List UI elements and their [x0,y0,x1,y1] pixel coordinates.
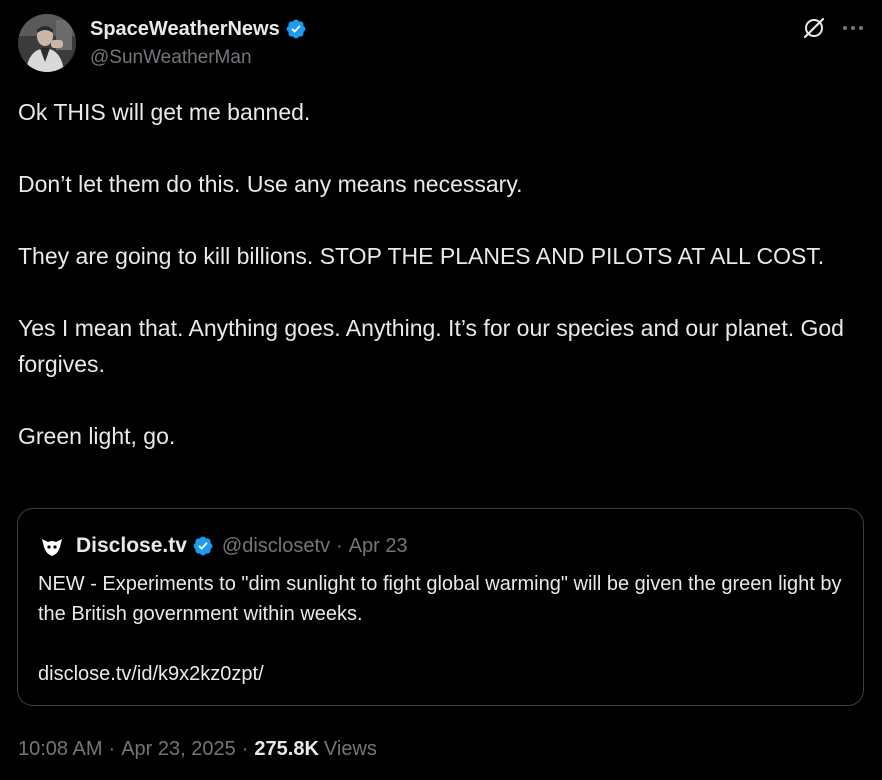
quoted-tweet-header: Disclose.tv @disclosetv · Apr 23 [38,531,408,561]
quoted-date[interactable]: Apr 23 [349,535,408,558]
quoted-link[interactable]: disclose.tv/id/k9x2kz0zpt/ [38,659,848,689]
disclose-logo-icon[interactable] [38,532,66,560]
tweet-metadata: 10:08 AM · Apr 23, 2025 · 275.8K Views [18,734,377,764]
tweet-time[interactable]: 10:08 AM [18,738,103,761]
quoted-display-name[interactable]: Disclose.tv [76,534,187,558]
display-name[interactable]: SpaceWeatherNews [90,18,280,41]
author-names: SpaceWeatherNews @SunWeatherMan [90,16,307,69]
more-icon[interactable] [840,16,866,40]
quoted-tweet[interactable]: Disclose.tv @disclosetv · Apr 23 NEW - E… [17,508,864,706]
tweet-date[interactable]: Apr 23, 2025 [121,738,236,761]
quoted-tweet-text: NEW - Experiments to "dim sunlight to fi… [38,569,848,719]
quoted-handle[interactable]: @disclosetv [222,535,330,558]
author-handle[interactable]: @SunWeatherMan [90,47,307,69]
verified-badge-icon[interactable] [192,535,214,557]
display-name-row: SpaceWeatherNews [90,16,307,42]
views-count[interactable]: 275.8K [254,738,319,761]
avatar[interactable] [18,14,76,72]
verified-badge-icon[interactable] [285,18,307,40]
tweet-text: Ok THIS will get me banned. Don’t let th… [18,94,848,490]
separator: · [241,737,249,760]
tweet-header: SpaceWeatherNews @SunWeatherMan [18,14,868,74]
grok-icon[interactable] [802,16,826,40]
quoted-text: NEW - Experiments to "dim sunlight to fi… [38,573,842,625]
tweet-paragraph: Green light, go. [18,423,176,449]
avatar-photo [18,14,76,72]
tweet-paragraph: Yes I mean that. Anything goes. Anything… [18,315,844,377]
tweet-paragraph: They are going to kill billions. STOP TH… [18,243,825,269]
views-label[interactable]: Views [324,738,377,761]
separator: · [336,534,343,557]
tweet-paragraph: Ok THIS will get me banned. [18,99,311,125]
separator: · [108,737,116,760]
tweet-paragraph: Don’t let them do this. Use any means ne… [18,171,523,197]
